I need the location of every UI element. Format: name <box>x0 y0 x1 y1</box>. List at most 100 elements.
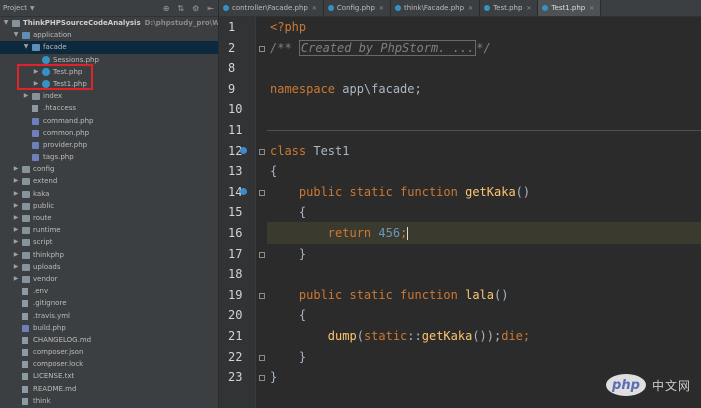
fold-marker-icon[interactable] <box>259 189 265 196</box>
fold-marker-icon[interactable] <box>259 354 265 361</box>
fold-marker-icon[interactable] <box>259 375 265 382</box>
hide-icon[interactable]: ⇤ <box>207 4 214 13</box>
close-icon[interactable]: ✕ <box>589 5 594 12</box>
expanded-arrow-icon[interactable]: ▼ <box>22 41 30 53</box>
tree-item[interactable]: ▶ route <box>0 212 218 224</box>
tree-item[interactable]: build.php <box>0 322 218 334</box>
tree-item[interactable]: CHANGELOG.md <box>0 334 218 346</box>
code-line[interactable]: return 456; <box>267 223 701 244</box>
code-line[interactable] <box>267 58 701 79</box>
expanded-arrow-icon[interactable]: ▼ <box>2 17 10 29</box>
close-icon[interactable]: ✕ <box>526 5 531 12</box>
tree-item[interactable]: ▶ script <box>0 236 218 248</box>
code-line[interactable]: dump(static::getKaka());die; <box>267 326 701 347</box>
collapsed-arrow-icon[interactable]: ▶ <box>12 249 20 261</box>
code-line[interactable]: public static function lala() <box>267 285 701 306</box>
chevron-down-icon[interactable]: ▼ <box>30 5 35 12</box>
code-line[interactable]: namespace app\facade; <box>267 79 701 100</box>
tree-item[interactable]: ▶ extend <box>0 175 218 187</box>
collapsed-arrow-icon[interactable]: ▶ <box>22 90 30 102</box>
code-editor[interactable]: <?php /** Created by PhpStorm. ... */ names… <box>267 17 701 408</box>
tree-item-label: .htaccess <box>43 104 76 113</box>
tree-item-label: CHANGELOG.md <box>33 335 92 344</box>
tree-item[interactable]: .travis.yml <box>0 310 218 322</box>
editor-tabs: controller\Facade.php ✕ Config.php ✕ think\F… <box>219 0 701 17</box>
code-line[interactable]: /** Created by PhpStorm. ... */ <box>267 38 701 59</box>
tree-item[interactable]: think <box>0 395 218 407</box>
tree-item[interactable]: composer.lock <box>0 358 218 370</box>
tree-item[interactable]: LICENSE.txt <box>0 370 218 382</box>
code-line[interactable]: { <box>267 161 701 182</box>
tree-item[interactable]: composer.json <box>0 346 218 358</box>
collapsed-arrow-icon[interactable]: ▶ <box>12 261 20 273</box>
collapsed-arrow-icon[interactable]: ▶ <box>12 188 20 200</box>
code-token: :: <box>407 329 422 343</box>
code-line[interactable]: { <box>267 305 701 326</box>
line-number: 16 <box>228 226 243 240</box>
code-token: 456 <box>378 226 401 240</box>
implementation-marker-icon[interactable] <box>240 187 247 195</box>
code-line[interactable]: class Test1 <box>267 141 701 162</box>
code-line[interactable]: public static function getKaka() <box>267 182 701 203</box>
tree-item-label: README.md <box>33 384 77 393</box>
tree-item[interactable]: ▼ facade <box>0 41 218 54</box>
code-line[interactable]: } <box>267 244 701 265</box>
gear-icon[interactable]: ⚙ <box>192 4 199 13</box>
tree-item[interactable]: command.php <box>0 115 218 127</box>
close-icon[interactable]: ✕ <box>312 5 317 12</box>
tree-item-label: .gitignore <box>33 299 67 308</box>
fold-marker-icon[interactable] <box>259 148 265 155</box>
code-line[interactable]: <?php <box>267 17 701 38</box>
tree-item[interactable]: common.php <box>0 127 218 139</box>
tree-item[interactable]: README.md <box>0 383 218 395</box>
collapsed-arrow-icon[interactable]: ▶ <box>12 273 20 285</box>
tree-item[interactable]: ▶ config <box>0 163 218 175</box>
tree-item[interactable]: ▶ public <box>0 200 218 212</box>
collapsed-arrow-icon[interactable]: ▶ <box>12 163 20 175</box>
collapsed-arrow-icon[interactable]: ▶ <box>12 175 20 187</box>
collapsed-arrow-icon[interactable]: ▶ <box>12 200 20 212</box>
project-view-dropdown[interactable]: Project <box>3 4 27 12</box>
collapsed-arrow-icon[interactable]: ▶ <box>12 224 20 236</box>
tree-item[interactable]: ▼ application <box>0 29 218 41</box>
fold-marker-icon[interactable] <box>259 292 265 299</box>
code-line[interactable] <box>267 264 701 285</box>
tree-item[interactable]: ▶ index <box>0 90 218 102</box>
tree-item[interactable]: ▶ vendor <box>0 273 218 285</box>
editor-tab[interactable]: Test1.php ✕ <box>538 0 602 16</box>
collapsed-arrow-icon[interactable]: ▶ <box>12 212 20 224</box>
code-line[interactable]: { <box>267 202 701 223</box>
code-token: public static function <box>298 184 458 199</box>
tree-item[interactable]: ▶ runtime <box>0 224 218 236</box>
close-icon[interactable]: ✕ <box>379 5 384 12</box>
collapsed-arrow-icon[interactable]: ▶ <box>12 236 20 248</box>
file-icon <box>22 312 28 320</box>
locate-icon[interactable]: ⊕ <box>163 4 170 13</box>
folder-icon <box>22 227 30 235</box>
tree-item[interactable]: .htaccess <box>0 102 218 114</box>
editor-tab[interactable]: Config.php ✕ <box>324 0 391 16</box>
fold-marker-icon[interactable] <box>259 251 265 258</box>
code-line[interactable]: } <box>267 347 701 368</box>
tree-item[interactable]: ▶ uploads <box>0 261 218 273</box>
tree-item[interactable]: provider.php <box>0 139 218 151</box>
tree-item[interactable]: .env <box>0 285 218 297</box>
expanded-arrow-icon[interactable]: ▼ <box>12 29 20 41</box>
tree-item[interactable]: .gitignore <box>0 297 218 309</box>
php-class-icon <box>327 5 334 11</box>
code-line[interactable] <box>267 120 701 141</box>
fold-marker-icon[interactable] <box>259 45 265 52</box>
editor-tab[interactable]: Test.php ✕ <box>480 0 539 16</box>
tree-item[interactable]: tags.php <box>0 151 218 163</box>
close-icon[interactable]: ✕ <box>468 5 473 12</box>
collapse-all-icon[interactable]: ⇅ <box>177 4 184 13</box>
editor-tab[interactable]: controller\Facade.php ✕ <box>219 0 324 16</box>
implementation-marker-icon[interactable] <box>240 146 247 154</box>
project-panel: Project ▼ ⊕ ⇅ ⚙ ⇤ ▼ ThinkPHPSourceCodeAna… <box>0 0 219 408</box>
editor-tab[interactable]: think\Facade.php ✕ <box>391 0 481 16</box>
tree-item[interactable]: ▶ thinkphp <box>0 249 218 261</box>
code-line[interactable] <box>267 99 701 120</box>
tree-item[interactable]: ▼ ThinkPHPSourceCodeAnalysis D:\phpstudy_p… <box>0 17 218 29</box>
tree-item[interactable]: ▶ kaka <box>0 188 218 200</box>
